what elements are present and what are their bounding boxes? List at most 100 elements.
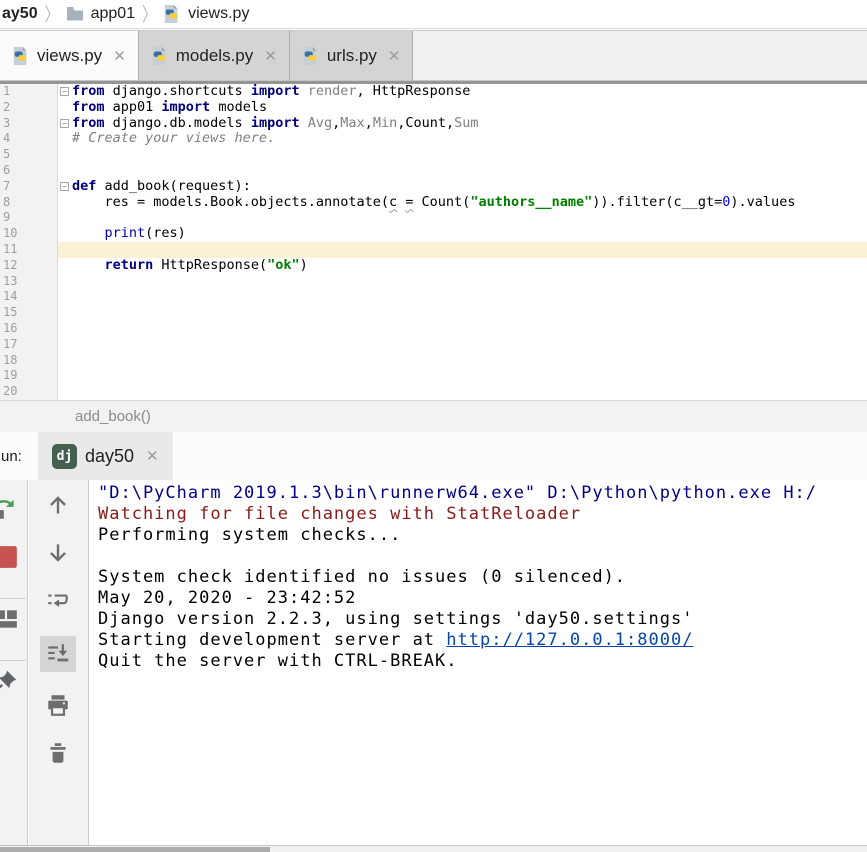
fold-icon[interactable] — [60, 182, 69, 191]
code-text[interactable]: from django.shortcuts import render, Htt… — [72, 84, 867, 100]
close-icon[interactable] — [264, 47, 277, 65]
code-segment: def — [72, 178, 96, 194]
code-line[interactable]: 13 — [0, 274, 867, 290]
layout-icon[interactable] — [0, 606, 19, 632]
code-line[interactable]: 3 from django.db.models import Avg,Max,Mi… — [0, 116, 867, 132]
code-line[interactable]: 15 — [0, 305, 867, 321]
current-function-label[interactable]: add_book() — [75, 408, 151, 425]
breadcrumb-file[interactable]: views.py — [188, 5, 249, 23]
pin-icon[interactable] — [0, 668, 19, 694]
breadcrumb-package[interactable]: app01 — [91, 5, 136, 23]
down-arrow-icon[interactable] — [45, 540, 71, 566]
code-text[interactable] — [72, 242, 867, 258]
code-line[interactable]: 6 — [0, 163, 867, 179]
line-number[interactable]: 8 — [0, 195, 58, 211]
code-text[interactable] — [72, 368, 867, 384]
line-number[interactable]: 13 — [0, 274, 58, 290]
code-text[interactable] — [72, 305, 867, 321]
line-number[interactable]: 14 — [0, 289, 58, 305]
scrollbar-thumb[interactable] — [0, 847, 270, 852]
code-text[interactable] — [72, 210, 867, 226]
code-text[interactable]: return HttpResponse("ok") — [72, 258, 867, 274]
code-line[interactable]: 5 — [0, 147, 867, 163]
console-text: May 20, 2020 - 23:42:52 — [98, 588, 356, 608]
code-text[interactable]: def add_book(request): — [72, 179, 867, 195]
line-number[interactable]: 18 — [0, 353, 58, 369]
code-line[interactable]: 10 print(res) — [0, 226, 867, 242]
code-text[interactable] — [72, 289, 867, 305]
editor[interactable]: 1 from django.shortcuts import render, Ht… — [0, 84, 867, 400]
close-icon[interactable] — [146, 447, 159, 465]
close-icon[interactable] — [388, 47, 401, 65]
up-arrow-icon[interactable] — [45, 492, 71, 518]
tab-models-py[interactable]: models.py — [138, 31, 289, 80]
line-number[interactable]: 20 — [0, 384, 58, 400]
soft-wrap-icon[interactable] — [45, 588, 71, 614]
code-line[interactable]: 1 from django.shortcuts import render, Ht… — [0, 84, 867, 100]
code-line[interactable]: 12 return HttpResponse("ok") — [0, 258, 867, 274]
code-text[interactable]: print(res) — [72, 226, 867, 242]
code-text[interactable] — [72, 147, 867, 163]
code-text[interactable]: from app01 import models — [72, 100, 867, 116]
line-number[interactable]: 19 — [0, 368, 58, 384]
line-number[interactable]: 5 — [0, 147, 58, 163]
print-icon[interactable] — [45, 692, 71, 718]
line-number[interactable]: 1 — [0, 84, 58, 100]
code-line[interactable]: 19 — [0, 368, 867, 384]
tab-views-py[interactable]: views.py — [0, 31, 138, 80]
line-number[interactable]: 16 — [0, 321, 58, 337]
code-text[interactable]: res = models.Book.objects.annotate(c = C… — [72, 195, 867, 211]
code-line[interactable]: 7 def add_book(request): — [0, 179, 867, 195]
run-tab-day50[interactable]: dj day50 — [38, 432, 173, 480]
code-text[interactable] — [72, 337, 867, 353]
code-text[interactable] — [72, 321, 867, 337]
code-segment: (res) — [145, 225, 186, 241]
line-number[interactable]: 3 — [0, 116, 58, 132]
line-number[interactable]: 15 — [0, 305, 58, 321]
code-line[interactable]: 8 res = models.Book.objects.annotate(c =… — [0, 195, 867, 211]
code-text[interactable]: # Create your views here. — [72, 131, 867, 147]
fold-column — [58, 195, 72, 211]
code-text[interactable] — [72, 384, 867, 400]
breadcrumb-project[interactable]: ay50 — [2, 5, 38, 23]
code-line[interactable]: 11 — [0, 242, 867, 258]
line-number[interactable]: 11 — [0, 242, 58, 258]
code-line[interactable]: 17 — [0, 337, 867, 353]
code-text[interactable] — [72, 274, 867, 290]
code-text[interactable] — [72, 353, 867, 369]
line-number[interactable]: 7 — [0, 179, 58, 195]
rerun-icon[interactable] — [0, 496, 19, 522]
code-line[interactable]: 14 — [0, 289, 867, 305]
tab-urls-py[interactable]: urls.py — [289, 31, 414, 80]
close-icon[interactable] — [113, 47, 126, 65]
scroll-to-end-icon[interactable] — [40, 636, 76, 672]
fold-icon[interactable] — [60, 87, 69, 96]
line-number[interactable]: 10 — [0, 226, 58, 242]
line-number[interactable]: 12 — [0, 258, 58, 274]
line-number[interactable]: 2 — [0, 100, 58, 116]
editor-tab-bar: views.py models.py urls.py — [0, 30, 867, 80]
line-number[interactable]: 6 — [0, 163, 58, 179]
line-number[interactable]: 17 — [0, 337, 58, 353]
code-line[interactable]: 18 — [0, 353, 867, 369]
server-url-link[interactable]: http://127.0.0.1:8000/ — [446, 630, 693, 650]
fold-column — [58, 289, 72, 305]
function-breadcrumb[interactable]: add_book() — [0, 400, 867, 432]
stop-icon[interactable] — [0, 544, 19, 570]
code-line[interactable]: 2 from app01 import models — [0, 100, 867, 116]
code-text[interactable]: from django.db.models import Avg,Max,Min… — [72, 116, 867, 132]
code-line[interactable]: 4 # Create your views here. — [0, 131, 867, 147]
toolbar-separator — [0, 598, 26, 599]
fold-icon[interactable] — [60, 119, 69, 128]
horizontal-scrollbar — [0, 845, 867, 852]
console-text: Starting development server at — [98, 630, 446, 650]
trash-icon[interactable] — [45, 740, 71, 766]
code-line[interactable]: 16 — [0, 321, 867, 337]
code-line[interactable]: 20 — [0, 384, 867, 400]
line-number[interactable]: 4 — [0, 131, 58, 147]
code-text[interactable] — [72, 163, 867, 179]
code-segment: ) — [300, 257, 308, 273]
code-line[interactable]: 9 — [0, 210, 867, 226]
line-number[interactable]: 9 — [0, 210, 58, 226]
code-segment: Count( — [413, 194, 470, 210]
